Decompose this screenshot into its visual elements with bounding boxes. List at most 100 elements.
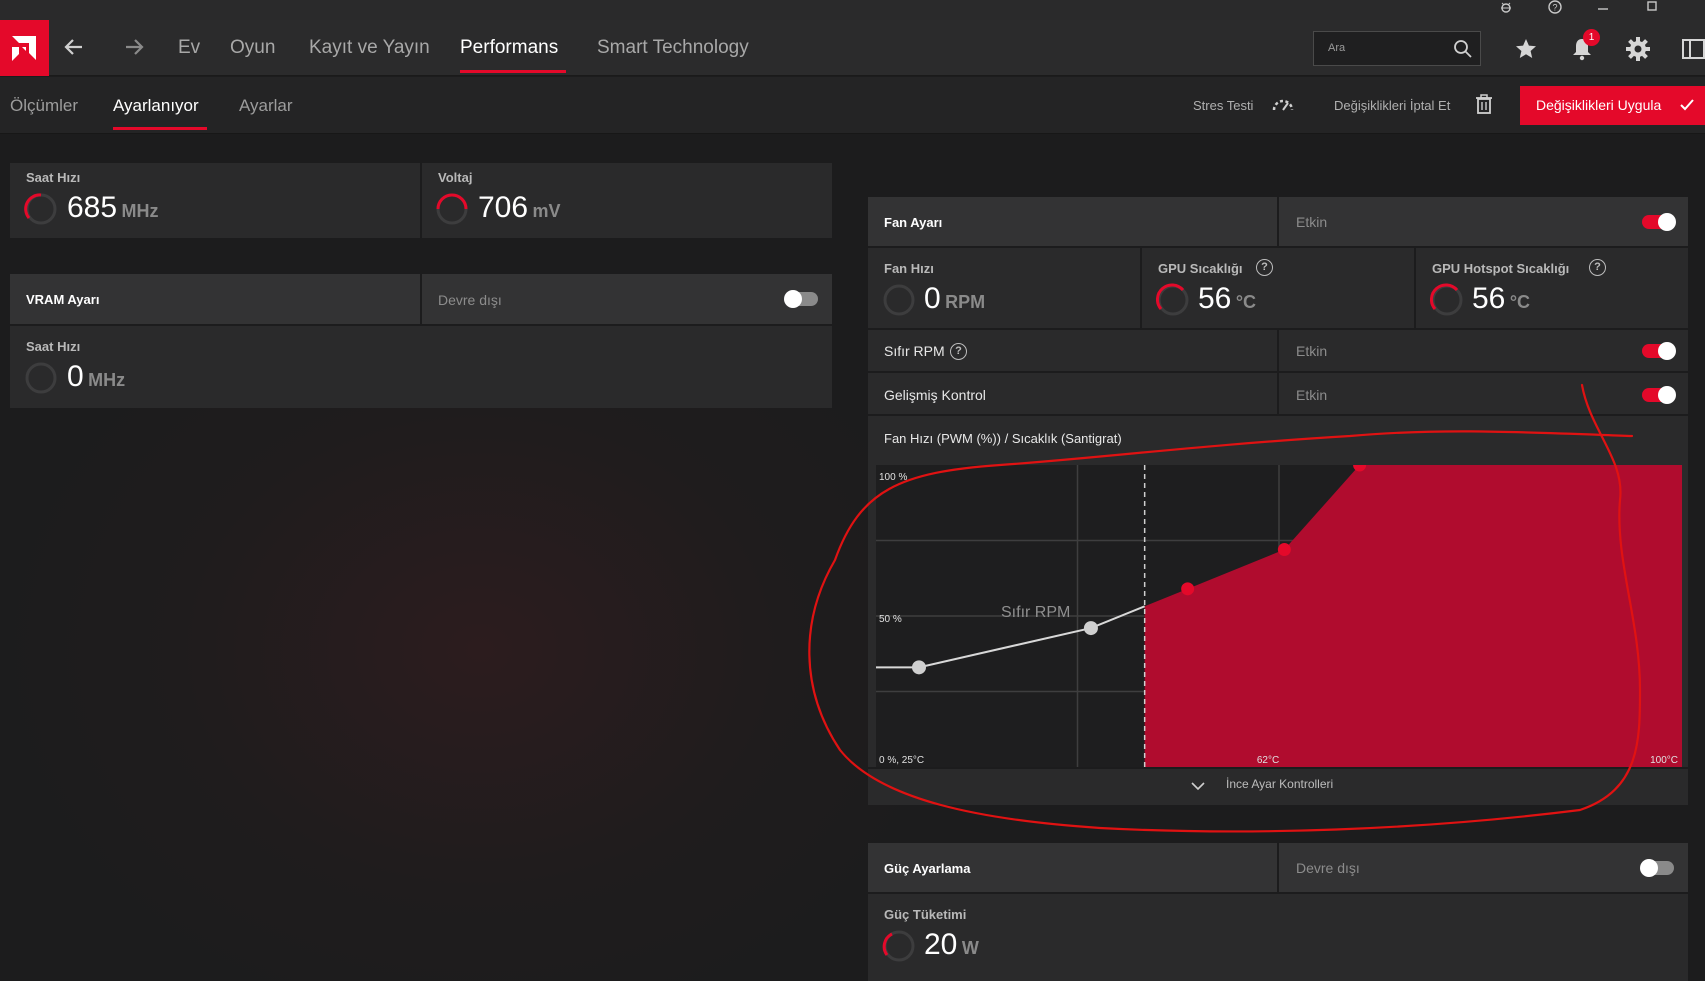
divider: [868, 767, 1688, 769]
divider: [1277, 197, 1279, 246]
fine-tune-toggle[interactable]: [1191, 778, 1205, 796]
search-placeholder: Ara: [1328, 42, 1346, 54]
gpu-temp-value: 56: [1198, 282, 1232, 315]
zero-rpm-label: Sıfır RPM: [884, 343, 945, 359]
zero-rpm-toggle[interactable]: [1642, 342, 1676, 360]
power-toggle[interactable]: [1640, 859, 1674, 877]
tab-kayit-ve-yayin[interactable]: Kayıt ve Yayın: [309, 20, 430, 76]
fine-tune-label[interactable]: İnce Ayar Kontrolleri: [1226, 777, 1333, 791]
back-arrow-icon[interactable]: [62, 35, 86, 64]
curve-point-2[interactable]: [1083, 621, 1098, 636]
stress-test-label[interactable]: Stres Testi: [1193, 98, 1253, 113]
tab-ev[interactable]: Ev: [178, 20, 200, 76]
chevron-down-icon: [1191, 782, 1205, 791]
amd-logo[interactable]: [0, 20, 49, 76]
gpu-temp-unit: °C: [1235, 292, 1257, 312]
vram-toggle[interactable]: [784, 290, 818, 308]
voltage-gauge-icon: [436, 193, 468, 225]
discard-changes-label[interactable]: Değişiklikleri İptal Et: [1334, 98, 1450, 113]
settings-gear-icon[interactable]: [1625, 36, 1651, 67]
toggle-knob: [784, 290, 802, 308]
clock-gauge-icon: [24, 193, 57, 225]
vram-clock-unit: MHz: [88, 370, 126, 390]
divider: [1140, 248, 1142, 328]
apply-changes-button[interactable]: Değişiklikleri Uygula: [1520, 86, 1705, 125]
power-value-group: 20 W: [924, 928, 979, 962]
amd-logo-icon: [12, 36, 36, 61]
power-gauge-icon: [882, 930, 915, 962]
divider: [868, 414, 1688, 416]
hotspot-temp-label: GPU Hotspot Sıcaklığı: [1432, 261, 1570, 276]
vram-status: Devre dışı: [438, 292, 502, 308]
voltage-unit: mV: [532, 201, 561, 221]
favorites-star-icon[interactable]: [1514, 37, 1538, 66]
voltage-label: Voltaj: [438, 170, 473, 185]
clock-label: Saat Hızı: [26, 170, 81, 185]
advanced-control-label: Gelişmiş Kontrol: [884, 387, 986, 403]
fan-speed-gauge-icon: [883, 284, 915, 316]
fan-toggle[interactable]: [1642, 213, 1676, 231]
zero-rpm-region-label: Sıfır RPM: [1001, 604, 1070, 621]
advanced-control-status: Etkin: [1296, 387, 1328, 403]
tab-performans[interactable]: Performans: [460, 20, 558, 76]
subtab-olcumler[interactable]: Ölçümler: [10, 77, 78, 134]
help-icon[interactable]: ?: [1535, 0, 1575, 20]
x-tick-mid: 62°C: [1257, 755, 1279, 766]
sidebar-toggle-icon[interactable]: [1682, 38, 1705, 65]
fan-curve-chart[interactable]: Sıfır RPM 100 % 50 % 0 %, 25°C 62°C 100°…: [876, 465, 1682, 767]
fan-panel: Fan Ayarı Etkin Fan Hızı 0 RPM GPU Sıcak…: [868, 197, 1688, 805]
curve-point-4[interactable]: [1277, 543, 1291, 557]
vram-clock-value-group: 0 MHz: [67, 360, 125, 394]
power-value: 20: [924, 928, 958, 961]
hotspot-temp-value-group: 56 °C: [1472, 282, 1530, 316]
hotspot-temp-gauge-icon: [1430, 283, 1463, 316]
gpu-temp-help-icon[interactable]: ?: [1256, 259, 1273, 276]
subtab-ayarlaniyor[interactable]: Ayarlanıyor: [113, 77, 199, 134]
power-consumption-label: Güç Tüketimi: [884, 907, 967, 922]
hotspot-temp-help-icon[interactable]: ?: [1589, 259, 1606, 276]
gpu-temp-value-group: 56 °C: [1198, 282, 1256, 316]
x-tick-end: 100°C: [1650, 755, 1678, 766]
power-panel: Güç Ayarlama Devre dışı Güç Tüketimi 20 …: [868, 843, 1688, 981]
trash-icon[interactable]: [1475, 94, 1493, 119]
bug-icon[interactable]: [1486, 0, 1526, 20]
divider: [1414, 248, 1416, 328]
stress-test-gauge-icon[interactable]: [1271, 94, 1295, 119]
maximize-icon[interactable]: [1632, 0, 1672, 20]
advanced-control-toggle[interactable]: [1642, 386, 1676, 404]
voltage-value-group: 706 mV: [478, 191, 561, 225]
divider: [10, 324, 832, 326]
fan-speed-value: 0: [924, 282, 941, 315]
fan-speed-label: Fan Hızı: [884, 261, 934, 276]
forward-arrow-icon[interactable]: [122, 35, 146, 64]
curve-point-1[interactable]: [911, 660, 926, 675]
y-tick-top: 100 %: [879, 472, 907, 483]
tab-oyun[interactable]: Oyun: [230, 20, 275, 76]
fan-speed-value-group: 0 RPM: [924, 282, 985, 316]
power-title: Güç Ayarlama: [884, 861, 971, 876]
toggle-knob: [1658, 213, 1676, 231]
search-input[interactable]: Ara: [1313, 31, 1481, 66]
svg-text:?: ?: [1552, 3, 1557, 13]
zero-rpm-help-icon[interactable]: ?: [950, 343, 967, 360]
checkmark-icon: [1680, 99, 1694, 111]
notification-count-badge: 1: [1583, 29, 1600, 46]
hotspot-temp-unit: °C: [1509, 292, 1531, 312]
title-bar: [0, 0, 1705, 20]
minimize-icon[interactable]: [1583, 0, 1623, 20]
divider: [868, 892, 1688, 894]
toggle-knob: [1658, 342, 1676, 360]
subtab-ayarlar[interactable]: Ayarlar: [239, 77, 293, 134]
divider: [868, 246, 1688, 248]
vram-clock-gauge-icon: [25, 362, 57, 394]
curve-point-3[interactable]: [1181, 582, 1195, 596]
fan-speed-unit: RPM: [945, 292, 986, 312]
divider: [420, 163, 422, 238]
vram-clock-value: 0: [67, 360, 84, 393]
toggle-knob: [1658, 386, 1676, 404]
gpu-temp-label: GPU Sıcaklığı: [1158, 261, 1243, 276]
apply-changes-label: Değişiklikleri Uygula: [1536, 97, 1662, 113]
tab-smart-technology[interactable]: Smart Technology: [597, 20, 749, 76]
toggle-knob: [1640, 859, 1658, 877]
vram-clock-label: Saat Hızı: [26, 339, 81, 354]
